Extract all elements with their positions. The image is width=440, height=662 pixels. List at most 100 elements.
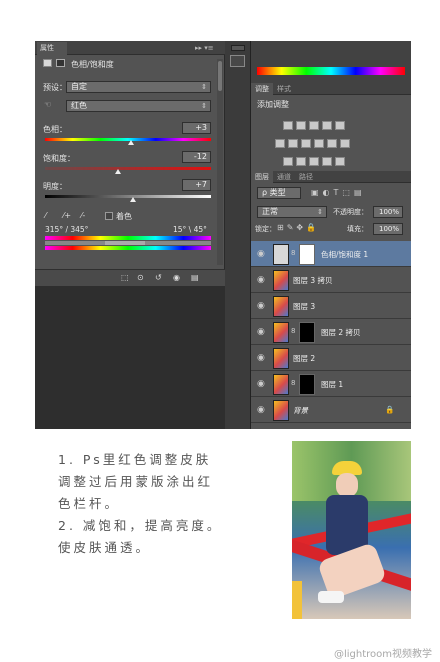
hand-tool-icon[interactable]: ☜ bbox=[44, 100, 51, 109]
hue-input[interactable]: +3 bbox=[182, 122, 211, 134]
visibility-eye-icon[interactable]: ◉ bbox=[257, 405, 265, 415]
layer-mask-thumbnail[interactable] bbox=[299, 322, 315, 343]
layer-thumbnail[interactable] bbox=[273, 322, 289, 343]
channel-mixer-icon[interactable] bbox=[327, 139, 337, 148]
curves-icon[interactable] bbox=[309, 121, 319, 130]
layer-thumbnail[interactable] bbox=[273, 296, 289, 317]
layer-name: 色相/饱和度 1 bbox=[321, 250, 369, 259]
opacity-input[interactable]: 100% bbox=[373, 206, 403, 218]
visibility-icon[interactable]: ◉ bbox=[173, 273, 180, 282]
chevron-down-icon: ⇕ bbox=[201, 83, 207, 91]
saturation-input[interactable]: -12 bbox=[182, 151, 211, 163]
adjustment-layer-icon bbox=[273, 244, 289, 265]
layer-thumbnail[interactable] bbox=[273, 348, 289, 369]
trash-icon[interactable]: ▤ bbox=[191, 273, 199, 282]
eyedropper-plus-icon[interactable]: ⁄+ bbox=[63, 211, 71, 220]
tab-properties[interactable]: 属性 bbox=[37, 42, 67, 55]
panel-toggle-icon[interactable] bbox=[230, 55, 245, 67]
reset-icon[interactable]: ↺ bbox=[155, 273, 162, 282]
opacity-label: 不透明度： bbox=[333, 208, 368, 216]
color-balance-icon[interactable] bbox=[288, 139, 298, 148]
chain-link-icon[interactable]: 8 bbox=[291, 379, 295, 387]
visibility-eye-icon[interactable]: ◉ bbox=[257, 379, 265, 389]
visibility-eye-icon[interactable]: ◉ bbox=[257, 327, 265, 337]
threshold-icon[interactable] bbox=[309, 157, 319, 166]
panel-menu-controls[interactable]: ▸▸ ▾≡ bbox=[195, 42, 214, 54]
selective-color-icon[interactable] bbox=[335, 157, 345, 166]
lightness-input[interactable]: +7 bbox=[182, 179, 211, 191]
lightness-slider-thumb[interactable] bbox=[129, 197, 136, 202]
tab-paths[interactable]: 路径 bbox=[295, 171, 317, 183]
caption-line-5: 使皮肤通透。 bbox=[58, 540, 152, 555]
tab-adjustments[interactable]: 调整 bbox=[251, 83, 273, 95]
layer-mask-thumbnail[interactable] bbox=[299, 244, 315, 265]
layer-thumbnail[interactable] bbox=[273, 400, 289, 421]
preset-select[interactable]: 自定 ⇕ bbox=[66, 81, 211, 93]
lock-icons[interactable]: ⊞✎✥🔒 bbox=[277, 223, 319, 232]
scroll-thumb[interactable] bbox=[218, 61, 222, 91]
layer-filter-select[interactable]: ρ 类型 bbox=[257, 187, 301, 199]
photo-filter-icon[interactable] bbox=[314, 139, 324, 148]
levels-icon[interactable] bbox=[296, 121, 306, 130]
layer-row[interactable]: ◉ 图层 3 bbox=[251, 293, 411, 319]
tab-layers[interactable]: 图层 bbox=[251, 171, 273, 183]
layer-mask-thumbnail[interactable] bbox=[299, 374, 315, 395]
layer-row[interactable]: ◉ 8 图层 1 bbox=[251, 371, 411, 397]
filter-icons[interactable]: ▣◐T⬚▤ bbox=[311, 188, 366, 197]
layer-thumbnail[interactable] bbox=[273, 270, 289, 291]
layer-row[interactable]: ◉ 背景 🔒 bbox=[251, 397, 411, 423]
range-selection[interactable] bbox=[105, 241, 145, 245]
preset-value: 自定 bbox=[71, 82, 87, 91]
colorize-checkbox[interactable] bbox=[105, 212, 113, 220]
gradient-map-icon[interactable] bbox=[322, 157, 332, 166]
exposure-icon[interactable] bbox=[322, 121, 332, 130]
lock-label: 锁定： bbox=[255, 225, 276, 233]
tab-styles[interactable]: 样式 bbox=[273, 83, 295, 95]
range-selector[interactable] bbox=[45, 241, 211, 245]
chain-link-icon[interactable]: 8 bbox=[291, 327, 295, 335]
collapse-icon[interactable] bbox=[231, 45, 245, 51]
blend-mode-select[interactable]: 正常 ⇕ bbox=[257, 206, 327, 218]
color-lookup-icon[interactable] bbox=[340, 139, 350, 148]
visibility-eye-icon[interactable]: ◉ bbox=[257, 353, 265, 363]
layer-row[interactable]: ◉ 8 色相/饱和度 1 bbox=[251, 241, 411, 267]
visibility-eye-icon[interactable]: ◉ bbox=[257, 249, 265, 259]
clip-layer-icon[interactable]: ⬚ bbox=[121, 273, 129, 282]
caption-line-3: 色栏杆。 bbox=[58, 496, 121, 511]
layer-name: 图层 3 拷贝 bbox=[293, 276, 333, 285]
properties-scrollbar[interactable] bbox=[217, 59, 223, 265]
invert-icon[interactable] bbox=[283, 157, 293, 166]
channel-select[interactable]: 红色 ⇕ bbox=[66, 100, 211, 112]
color-panel bbox=[251, 41, 411, 83]
layer-thumbnail[interactable] bbox=[273, 374, 289, 395]
hue-saturation-icon[interactable] bbox=[275, 139, 285, 148]
visibility-eye-icon[interactable]: ◉ bbox=[257, 301, 265, 311]
caption-line-1: 1. Ps里红色调整皮肤 bbox=[58, 452, 212, 467]
layer-row[interactable]: ◉ 图层 3 拷贝 bbox=[251, 267, 411, 293]
fill-input[interactable]: 100% bbox=[373, 223, 403, 235]
mask-icon[interactable] bbox=[56, 59, 65, 67]
eyedropper-minus-icon[interactable]: ⁄- bbox=[81, 211, 85, 220]
tab-channels[interactable]: 通道 bbox=[273, 171, 295, 183]
caption-text: 1. Ps里红色调整皮肤 调整过后用蒙版涂出红 色栏杆。 2. 减饱和，提高亮度… bbox=[58, 449, 278, 559]
layer-row[interactable]: ◉ 8 图层 2 拷贝 bbox=[251, 319, 411, 345]
hue-slider-thumb[interactable] bbox=[128, 140, 135, 145]
brightness-icon[interactable] bbox=[283, 121, 293, 130]
black-white-icon[interactable] bbox=[301, 139, 311, 148]
vibrance-icon[interactable] bbox=[335, 121, 345, 130]
layer-row[interactable]: ◉ 图层 2 bbox=[251, 345, 411, 371]
visibility-eye-icon[interactable]: ◉ bbox=[257, 275, 265, 285]
fill-label: 填充： bbox=[347, 225, 368, 233]
saturation-slider-track[interactable] bbox=[45, 167, 211, 170]
saturation-slider-thumb[interactable] bbox=[115, 169, 122, 174]
eyedropper-icon[interactable]: ⁄ bbox=[45, 211, 46, 220]
color-spectrum[interactable] bbox=[257, 67, 405, 75]
view-previous-icon[interactable]: ⊙ bbox=[137, 273, 144, 282]
chain-link-icon[interactable]: 8 bbox=[291, 249, 295, 257]
adjustment-icons-row-1 bbox=[283, 115, 393, 134]
posterize-icon[interactable] bbox=[296, 157, 306, 166]
photo-yellow-post bbox=[292, 581, 302, 619]
right-panels: 调整 样式 添加调整 图层 通道 路径 ρ 类型 ▣◐T⬚▤ 正常 ⇕ 不透明度： 10… bbox=[251, 41, 411, 429]
lightness-slider-track[interactable] bbox=[45, 195, 211, 198]
add-adjustment-heading: 添加调整 bbox=[257, 100, 289, 109]
